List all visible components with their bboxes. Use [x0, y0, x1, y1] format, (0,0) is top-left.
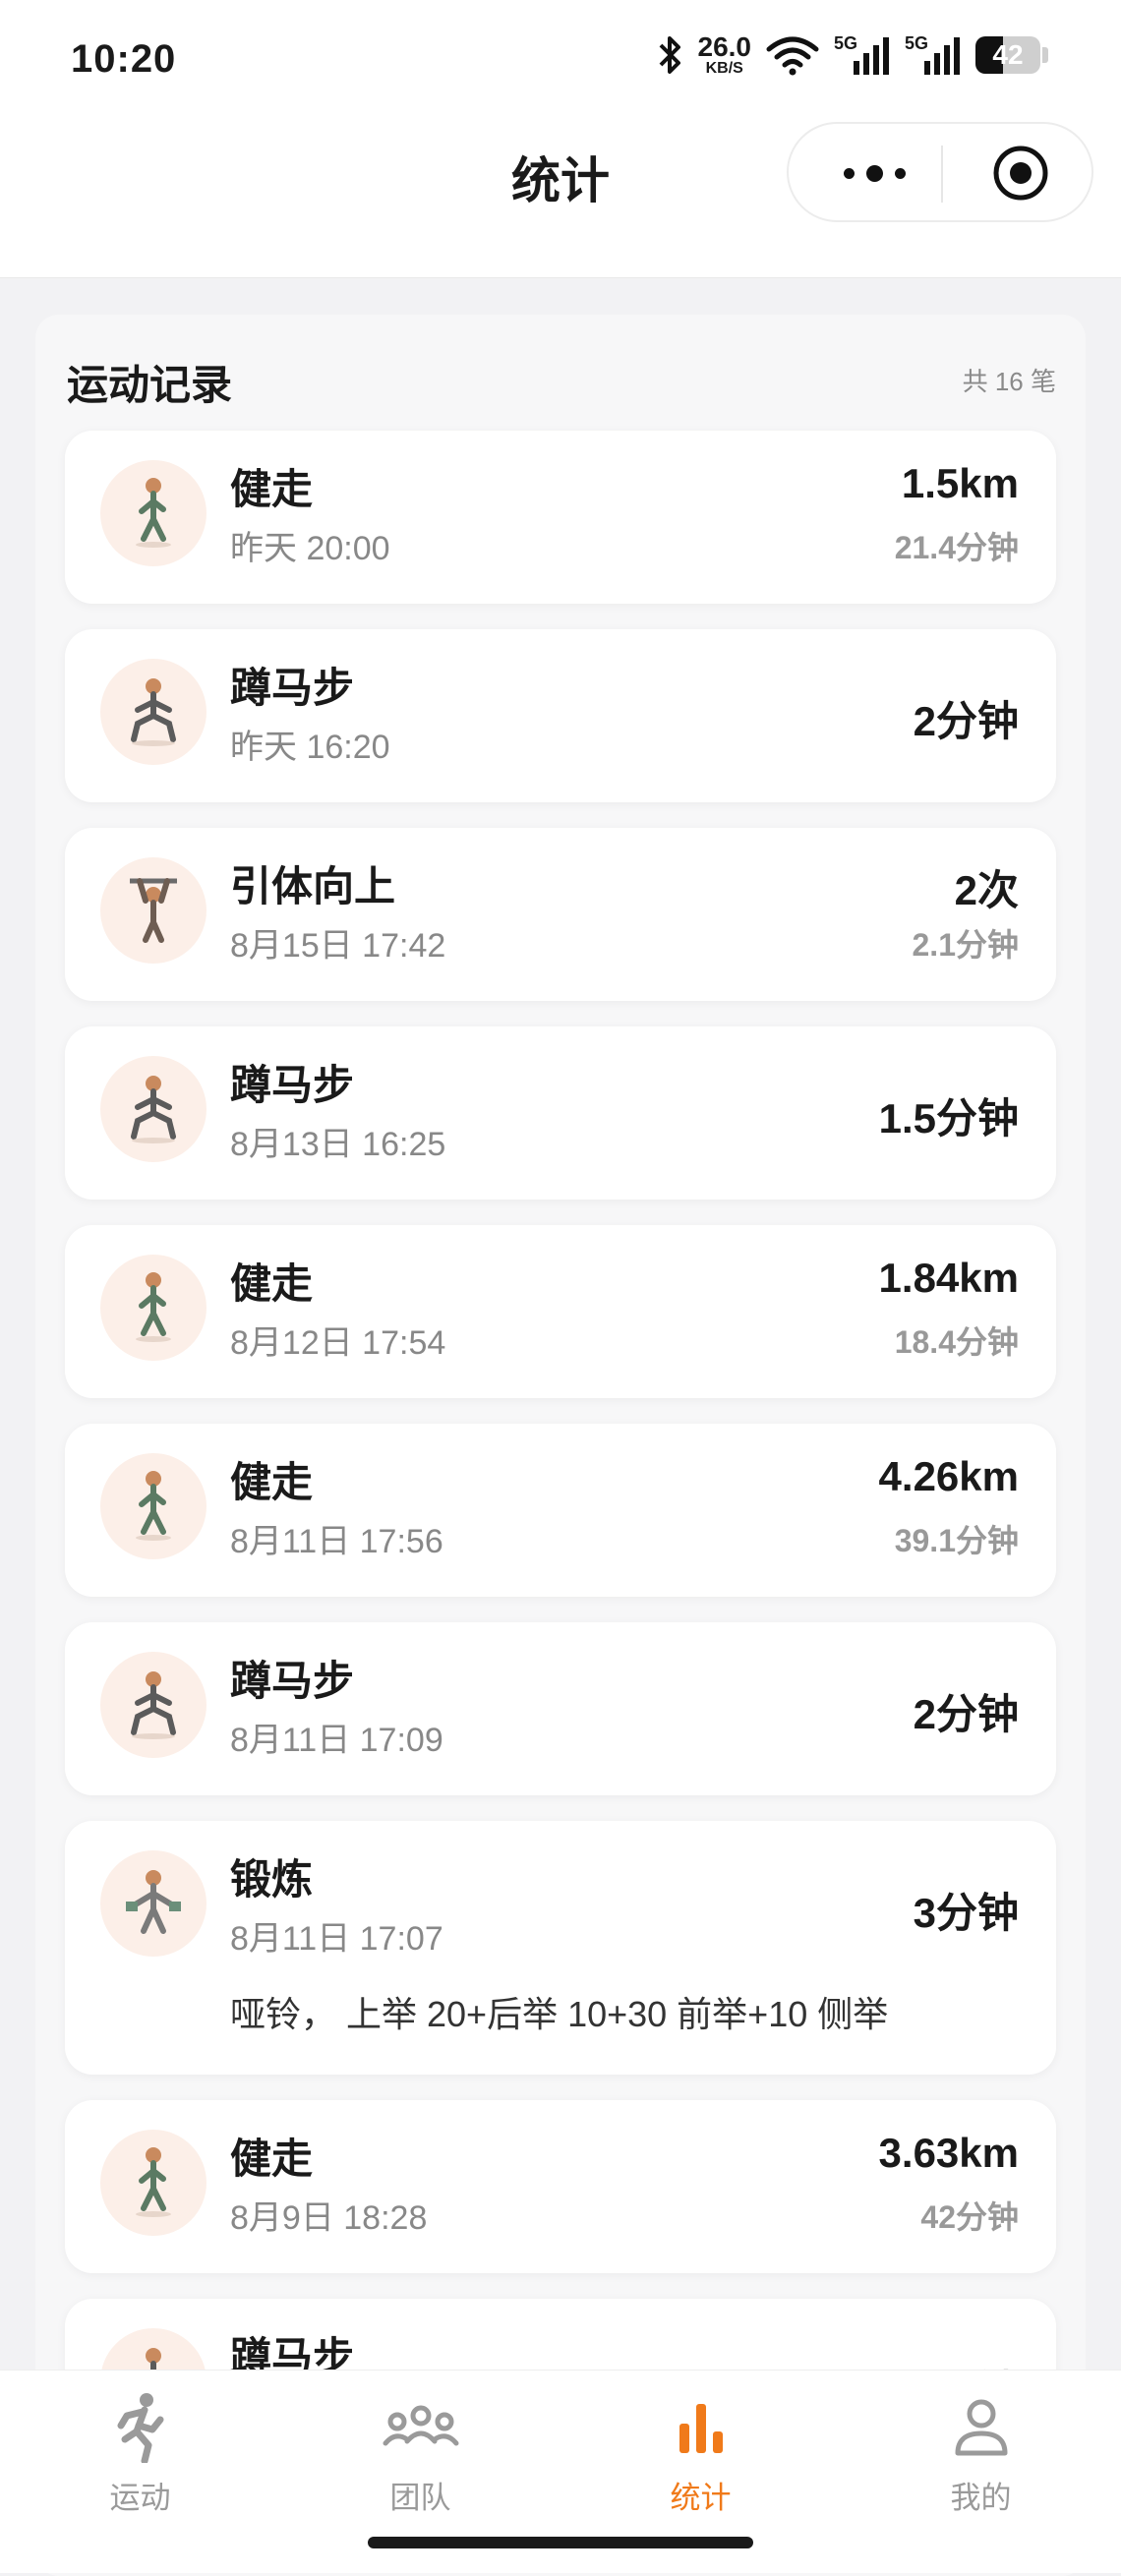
horse-stance-icon	[100, 659, 206, 765]
record-time: 8月13日 16:25	[230, 1126, 446, 1163]
record-item[interactable]: 健走 8月9日 18:28 3.63km 42分钟	[65, 2100, 1056, 2273]
record-name: 健走	[230, 1260, 314, 1307]
wifi-icon	[766, 36, 819, 76]
record-duration: 2.1分钟	[912, 927, 1020, 963]
running-icon	[117, 2393, 163, 2463]
mini-program-capsule	[787, 122, 1093, 222]
home-indicator[interactable]	[368, 2537, 753, 2548]
record-name: 锻炼	[230, 1856, 314, 1903]
record-main-value: 3.63km	[878, 2130, 1019, 2176]
horse-stance-icon	[100, 1056, 206, 1162]
record-duration: 39.1分钟	[894, 1523, 1019, 1558]
records-title: 运动记录	[67, 362, 233, 408]
tab-label: 运动	[109, 2481, 171, 2515]
record-duration: 18.4分钟	[894, 1324, 1019, 1360]
record-item[interactable]: 蹲马步 8月13日 16:25 1.5分钟	[65, 1026, 1056, 1200]
bluetooth-icon	[659, 36, 680, 74]
record-time: 昨天 20:00	[230, 530, 390, 567]
record-main-value: 4.26km	[878, 1453, 1019, 1499]
record-time: 8月12日 17:54	[230, 1324, 446, 1362]
records-card: 运动记录 共 16 笔 健走 昨天 20:00 1.5km 21.4分钟 蹲马步…	[35, 315, 1086, 2576]
tab-label: 我的	[950, 2481, 1012, 2515]
more-dots-icon[interactable]	[830, 151, 918, 195]
record-main-value: 2分钟	[913, 698, 1019, 744]
walking-icon	[100, 460, 206, 566]
walking-icon	[100, 1255, 206, 1361]
record-item[interactable]: 健走 8月12日 17:54 1.84km 18.4分钟	[65, 1225, 1056, 1398]
walking-icon	[100, 2130, 206, 2236]
nav-header: 统计	[0, 118, 1121, 278]
pull-up-icon	[100, 857, 206, 964]
record-item[interactable]: 蹲马步 昨天 16:20 2分钟	[65, 629, 1056, 802]
record-item[interactable]: 健走 昨天 20:00 1.5km 21.4分钟	[65, 431, 1056, 604]
status-time: 10:20	[71, 37, 177, 81]
record-name: 蹲马步	[230, 1658, 355, 1704]
horse-stance-icon	[100, 1652, 206, 1758]
tab-label: 团队	[389, 2481, 451, 2515]
dumbbell-icon	[100, 1850, 206, 1957]
record-time: 8月11日 17:56	[230, 1523, 443, 1560]
walking-icon	[100, 1453, 206, 1559]
record-name: 引体向上	[230, 863, 396, 909]
record-time: 8月15日 17:42	[230, 927, 446, 965]
record-name: 蹲马步	[230, 665, 355, 711]
tab-team[interactable]: 团队	[280, 2390, 560, 2517]
network-speed: 26.0 KB/S	[697, 31, 752, 77]
target-icon[interactable]	[991, 144, 1050, 203]
status-bar: 10:20 26.0 KB/S 5G 5G 42	[0, 0, 1121, 118]
record-main-value: 2次	[954, 867, 1019, 913]
battery-icon: 42	[975, 36, 1040, 74]
bar-chart-icon	[678, 2404, 723, 2453]
record-name: 健走	[230, 1459, 314, 1505]
record-item[interactable]: 蹲马步 8月11日 17:09 2分钟	[65, 1622, 1056, 1795]
record-item[interactable]: 引体向上 8月15日 17:42 2次 2.1分钟	[65, 828, 1056, 1001]
cellular-signal-1: 5G	[834, 33, 891, 77]
records-count: 共 16 笔	[962, 367, 1056, 396]
record-name: 健走	[230, 2136, 314, 2182]
record-time: 8月11日 17:09	[230, 1722, 443, 1759]
record-item[interactable]: 健走 8月11日 17:56 4.26km 39.1分钟	[65, 1424, 1056, 1597]
record-time: 8月11日 17:07	[230, 1920, 443, 1958]
tab-stats[interactable]: 统计	[560, 2390, 841, 2517]
record-duration: 21.4分钟	[894, 530, 1019, 565]
record-name: 健走	[230, 466, 314, 512]
profile-icon	[955, 2399, 1007, 2456]
tab-label: 统计	[670, 2481, 732, 2515]
record-time: 8月9日 18:28	[230, 2199, 428, 2237]
record-item[interactable]: 锻炼 8月11日 17:07 3分钟 哑铃， 上举 20+后举 10+30 前举…	[65, 1821, 1056, 2075]
record-duration: 42分钟	[920, 2199, 1019, 2235]
record-name: 蹲马步	[230, 1062, 355, 1108]
team-icon	[383, 2405, 458, 2446]
status-icons: 26.0 KB/S 5G 5G 42	[655, 31, 1048, 77]
record-main-value: 1.5分钟	[878, 1095, 1019, 1142]
record-note: 哑铃， 上举 20+后举 10+30 前举+10 侧举	[230, 1994, 889, 2034]
record-main-value: 1.84km	[878, 1255, 1019, 1301]
record-main-value: 2分钟	[913, 1691, 1019, 1737]
tab-profile[interactable]: 我的	[841, 2390, 1121, 2517]
cellular-signal-2: 5G	[905, 33, 962, 77]
record-time: 昨天 16:20	[230, 729, 390, 766]
record-main-value: 1.5km	[901, 460, 1019, 506]
tab-exercise[interactable]: 运动	[0, 2390, 280, 2517]
record-main-value: 3分钟	[913, 1890, 1019, 1936]
